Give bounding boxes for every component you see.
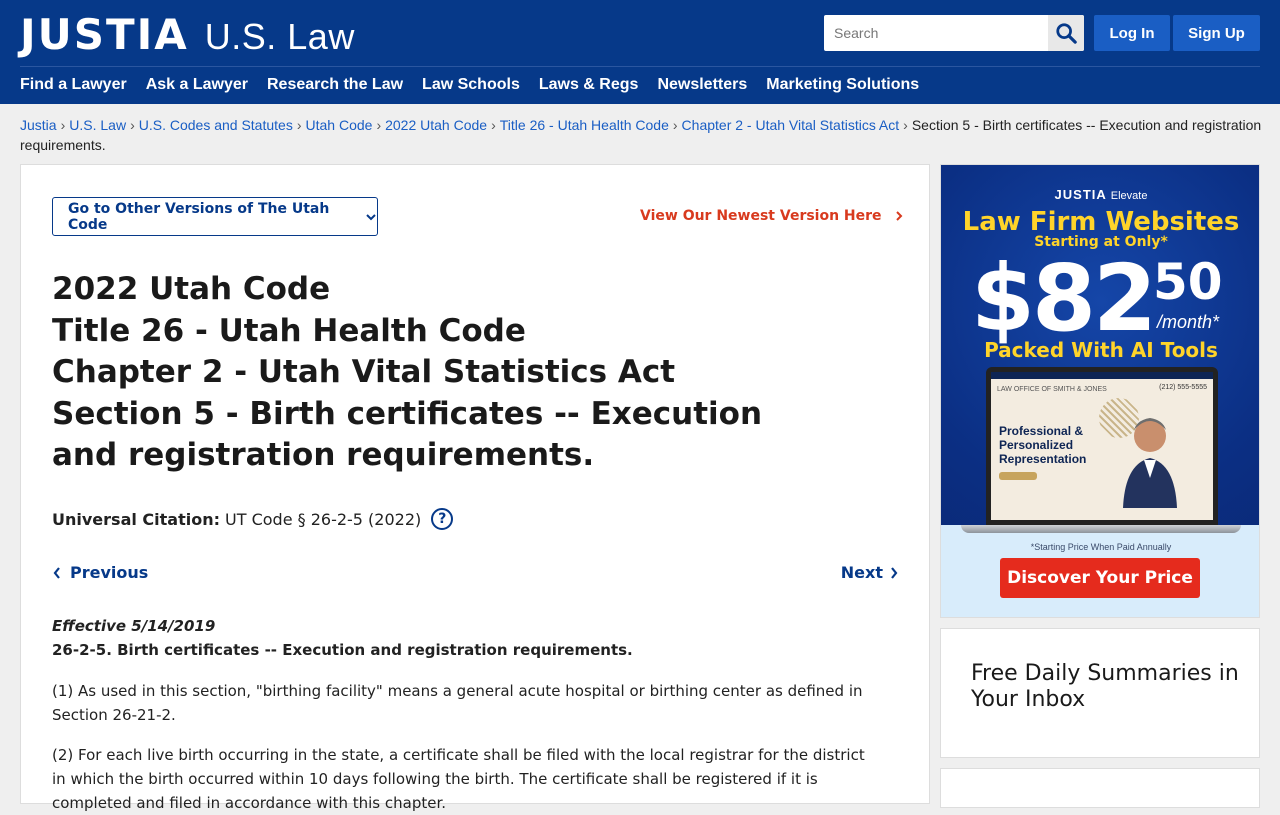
breadcrumb-link-title-26[interactable]: Title 26 - Utah Health Code <box>500 117 669 133</box>
breadcrumb-link-2022-utah-code[interactable]: 2022 Utah Code <box>385 117 487 133</box>
nav-laws-regs[interactable]: Laws & Regs <box>539 76 639 94</box>
citation-value: UT Code § 26-2-5 (2022) <box>225 509 422 529</box>
signup-button[interactable]: Sign Up <box>1173 15 1260 51</box>
ad-per-month: /month* <box>1157 312 1220 332</box>
newsletter-card: Free Daily Summaries in Your Inbox <box>940 628 1260 758</box>
search-icon <box>1056 23 1077 44</box>
breadcrumb-separator: › <box>376 117 382 133</box>
header-divider <box>20 66 1260 67</box>
nav-research-the-law[interactable]: Research the Law <box>267 76 403 94</box>
justia-logo[interactable]: JUSTIA U.S. Law <box>20 10 355 59</box>
breadcrumb-separator: › <box>903 117 908 133</box>
title-line-code: 2022 Utah Code <box>52 271 331 307</box>
breadcrumb-link-justia[interactable]: Justia <box>20 117 57 133</box>
title-line-title: Title 26 - Utah Health Code <box>52 312 526 349</box>
chevron-right-icon <box>894 210 904 222</box>
ad-price-cents: 50 <box>1153 253 1223 311</box>
breadcrumb-separator: › <box>296 117 302 133</box>
previous-label: Previous <box>70 563 149 582</box>
search-box <box>824 15 1084 51</box>
statute-paragraph: (1) As used in this section, "birthing f… <box>52 682 863 724</box>
ad-title: Law Firm Websites <box>962 207 1240 237</box>
other-versions-button[interactable]: Go to Other Versions of The Utah Code <box>52 197 378 236</box>
ad-tools-text: Packed With AI Tools <box>984 338 1218 362</box>
person-icon <box>1123 418 1177 508</box>
chevron-left-icon <box>52 566 62 580</box>
ad-brand-name: JUSTIA <box>1054 187 1107 202</box>
search-button[interactable] <box>1048 15 1084 51</box>
main-content: Go to Other Versions of The Utah Code Vi… <box>20 164 930 812</box>
nav-find-a-lawyer[interactable]: Find a Lawyer <box>20 76 127 94</box>
newsletter-title: Free Daily Summaries in Your Inbox <box>971 661 1239 712</box>
nav-marketing-solutions[interactable]: Marketing Solutions <box>766 76 919 94</box>
help-icon[interactable]: ? <box>431 508 454 530</box>
title-line-section: Section 5 - Birth certificates -- Execut… <box>52 395 763 474</box>
nav-ask-a-lawyer[interactable]: Ask a Lawyer <box>146 76 248 94</box>
laptop-illustration: LAW OFFICE OF SMITH & JONES (212) 555-55… <box>986 367 1218 525</box>
ad-brand-sub: Elevate <box>1110 190 1148 202</box>
nav-law-schools[interactable]: Law Schools <box>422 76 520 94</box>
breadcrumb-separator: › <box>491 117 496 133</box>
breadcrumb: Justia › U.S. Law › U.S. Codes and Statutes ›… <box>20 115 1265 155</box>
other-versions-label: Go to Other Versions of The Utah Code <box>68 200 330 233</box>
search-input[interactable] <box>824 15 1048 51</box>
breadcrumb-separator: › <box>130 117 135 133</box>
newest-version-link[interactable]: View Our Newest Version Here <box>640 208 904 224</box>
laptop-screen: LAW OFFICE OF SMITH & JONES (212) 555-55… <box>991 372 1213 520</box>
discover-price-button[interactable]: Discover Your Price <box>1000 558 1200 598</box>
next-label: Next <box>840 563 883 582</box>
next-link[interactable]: Next <box>841 563 899 582</box>
ad-price: $82 <box>971 245 1157 352</box>
sidebar-card <box>940 768 1260 808</box>
breadcrumb-separator: › <box>672 117 678 133</box>
sidebar-ad[interactable]: JUSTIA Elevate Law Firm Websites Starting… <box>940 164 1260 618</box>
ad-brand: JUSTIA Elevate <box>941 187 1259 202</box>
chevron-right-icon <box>889 566 899 580</box>
breadcrumb-link-codes-statutes[interactable]: U.S. Codes and Statutes <box>139 117 293 133</box>
logo-main-text: JUSTIA <box>20 10 189 59</box>
screen-headline: Professional & Personalized Representati… <box>999 424 1087 466</box>
previous-link[interactable]: Previous <box>52 563 148 582</box>
universal-citation: Universal Citation: UT Code § 26-2-5 (20… <box>52 508 454 530</box>
nav-newsletters[interactable]: Newsletters <box>657 76 747 94</box>
breadcrumb-link-us-law[interactable]: U.S. Law <box>69 117 126 133</box>
login-button[interactable]: Log In <box>1094 15 1170 51</box>
screen-cta <box>999 472 1037 480</box>
screen-topbar <box>991 372 1213 379</box>
title-line-chapter: Chapter 2 - Utah Vital Statistics Act <box>52 354 676 390</box>
ad-footnote: *Starting Price When Paid Annually <box>1030 542 1172 552</box>
breadcrumb-link-utah-code[interactable]: Utah Code <box>306 117 373 133</box>
breadcrumb-link-chapter-2[interactable]: Chapter 2 - Utah Vital Statistics Act <box>682 117 900 133</box>
breadcrumb-separator: › <box>60 117 66 133</box>
page-title: 2022 Utah Code Title 26 - Utah Health Co… <box>52 269 812 477</box>
chevron-down-icon <box>365 211 377 223</box>
screen-phone: (212) 555-5555 <box>1159 384 1207 391</box>
citation-label: Universal Citation: <box>52 509 220 529</box>
newest-version-label: View Our Newest Version Here <box>640 208 882 224</box>
section-heading: 26-2-5. Birth certificates -- Execution … <box>52 641 633 659</box>
statute-paragraph: (2) For each live birth occurring in the… <box>52 746 865 812</box>
screen-firm-name: LAW OFFICE OF SMITH & JONES <box>997 386 1107 393</box>
site-header: JUSTIA U.S. Law Log In Sign Up Find a La… <box>0 0 1280 104</box>
effective-date: Effective 5/14/2019 <box>52 617 216 635</box>
logo-sub-text: U.S. Law <box>204 16 355 57</box>
main-nav: Find a Lawyer Ask a Lawyer Research the … <box>20 76 938 94</box>
laptop-base <box>961 525 1241 533</box>
